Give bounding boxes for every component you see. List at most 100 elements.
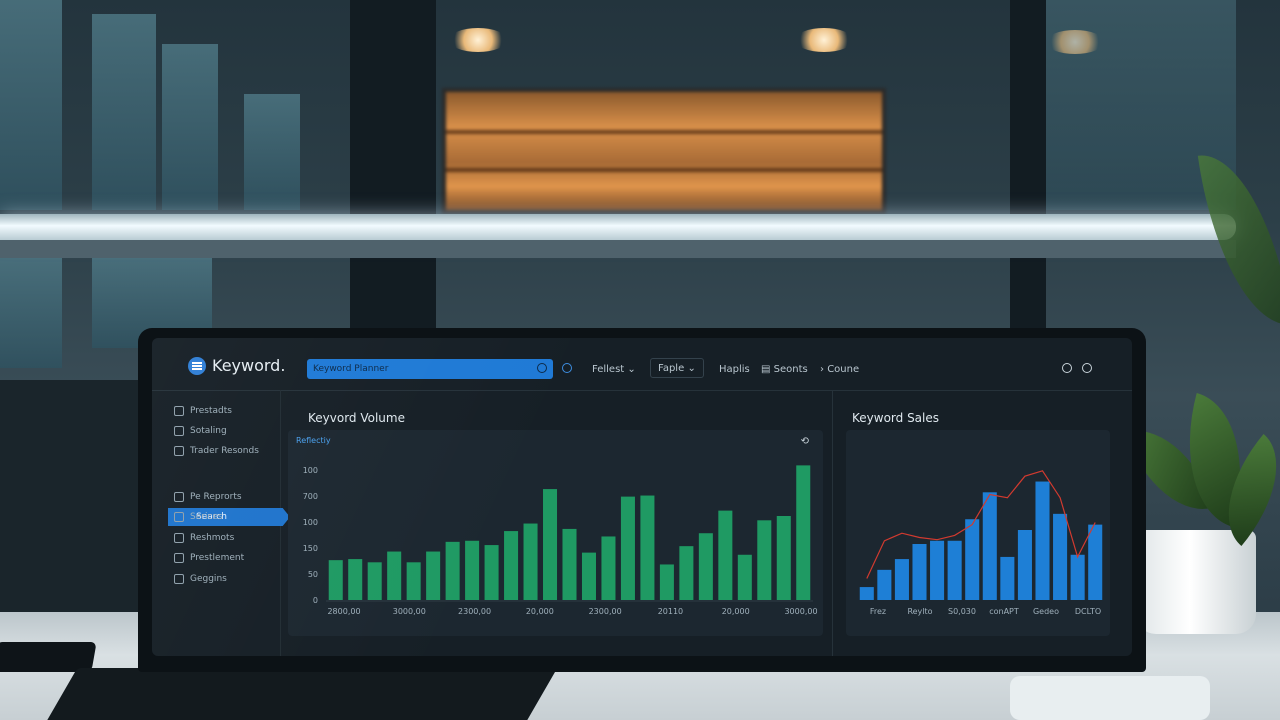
sales-bar [1017,530,1032,600]
panel-divider [832,390,833,656]
volume-bar [601,536,616,600]
grid-icon [174,512,184,522]
laptop: Keyword. Keyword Planner Fellest ⌄ Faple… [138,328,1146,672]
volume-bar [543,489,558,600]
search-value: Keyword Planner [313,364,389,374]
sales-bar [930,540,945,600]
x-tick-label: conAPT [989,607,1019,616]
volume-bar [348,559,363,600]
volume-bar [523,523,538,600]
volume-chart: 0 50 150 100 700 100 2800,00 3000,00 2300,00 20,0… [303,465,818,616]
sales-bar [1000,556,1015,600]
sales-bar [1035,481,1050,600]
sidebar-item-label: Pe Reprorts [190,492,242,502]
volume-bar [659,564,674,600]
search-input[interactable]: Keyword Planner [307,359,553,379]
sales-chart-panel: Frez Reylto S0,030 conAPT Gedeo DCLTO [846,430,1110,636]
back-cabinet [0,380,150,620]
volume-bar [796,465,811,600]
search-icon[interactable] [562,363,572,373]
volume-bar [718,510,733,600]
window-pane [92,14,156,210]
volume-bar [445,541,460,600]
chevron-down-icon: ⌄ [627,364,636,375]
x-tick-label: 3000,00 [784,607,817,616]
sales-bar [894,559,909,600]
settings-icon [174,446,184,456]
notification-icon[interactable] [1062,363,1072,373]
x-tick-label: 2300,00 [589,607,622,616]
app-logo[interactable]: Keyword. [188,356,285,375]
nav-item-haplis[interactable]: Haplis [719,364,750,375]
window-pane [0,258,62,368]
sales-chart: Frez Reylto S0,030 conAPT Gedeo DCLTO [859,470,1103,616]
pillar [1010,0,1046,330]
chevron-down-icon: ⌄ [687,362,696,374]
y-tick-label: 700 [303,492,318,501]
sidebar-item-label: Prestadts [190,406,232,416]
nav-item-coune[interactable]: › Coune [820,364,859,375]
tag-icon [174,574,184,584]
sales-panel-title: Keyword Sales [852,411,940,425]
list-icon [174,426,184,436]
chevron-right-icon: › [820,364,824,375]
volume-bar [640,495,655,600]
window-pane [162,44,218,210]
sidebar-item-serices[interactable]: Serices [174,512,223,522]
lit-bookshelf [442,88,886,214]
sales-bar [1070,554,1085,600]
nav-dropdown-faple[interactable]: Faple ⌄ [650,358,704,378]
ceiling-light [1046,30,1104,54]
sidebar-item-label: Reshmots [190,533,235,543]
nav-item-seonts[interactable]: ▤ Seonts [761,364,808,375]
sidebar-item-label: Serices [190,512,223,522]
search-icon[interactable] [1082,363,1092,373]
sidebar-item-reshmots[interactable]: Reshmots [174,533,234,543]
sidebar-item-prestlement[interactable]: Prestlement [174,553,244,563]
y-tick-label: 100 [303,466,318,475]
volume-bar [679,546,694,600]
x-tick-label: 20,000 [526,607,554,616]
nav-item-fellest[interactable]: Fellest ⌄ [592,364,636,375]
volume-bar [620,496,635,600]
volume-bar [581,552,596,600]
volume-bar [504,531,519,600]
calendar-icon: ▤ [761,364,771,375]
search-icon[interactable] [537,363,547,373]
ceiling-light [449,28,507,52]
sidebar-item-geggins[interactable]: Geggins [174,574,227,584]
sidebar-item-pe-reprorts[interactable]: Pe Reprorts [174,492,242,502]
sidebar-item-trader-resonds[interactable]: Trader Resonds [174,446,259,456]
volume-bar [757,520,772,600]
sidebar-item-label: Prestlement [190,553,245,563]
nav-label: Seonts [773,364,808,375]
sales-bar [859,587,874,600]
plant-pot [1136,530,1256,634]
window-pane [0,0,62,210]
sales-bar [1088,524,1103,600]
y-tick-label: 0 [313,596,318,605]
volume-chart-panel: Reflectiy ⟲ 0 50 150 100 700 100 2800,00 3000,0… [288,430,823,636]
y-tick-label: 50 [308,570,318,579]
home-icon [174,406,184,416]
volume-bar [737,554,752,600]
volume-bar [562,528,577,600]
sidebar-item-prestadts[interactable]: Prestadts [174,406,232,416]
ceiling-light [795,28,853,52]
volume-panel-title: Keyvord Volume [308,411,405,425]
shelf-row [446,130,882,134]
sidebar-item-sotaling[interactable]: Sotaling [174,426,227,436]
x-tick-label: Reylto [907,607,932,616]
y-tick-label: 100 [303,518,318,527]
sales-bar [1053,513,1068,600]
nav-label: Faple [658,362,685,374]
folder-icon [174,533,184,543]
nav-label: Fellest [592,364,625,375]
x-tick-label: 3000,00 [393,607,426,616]
volume-bar [387,551,402,600]
nav-label: Coune [827,364,860,375]
sales-bar [877,569,892,600]
keyboard [42,668,558,720]
report-icon [174,492,184,502]
x-tick-label: S0,030 [948,607,976,616]
